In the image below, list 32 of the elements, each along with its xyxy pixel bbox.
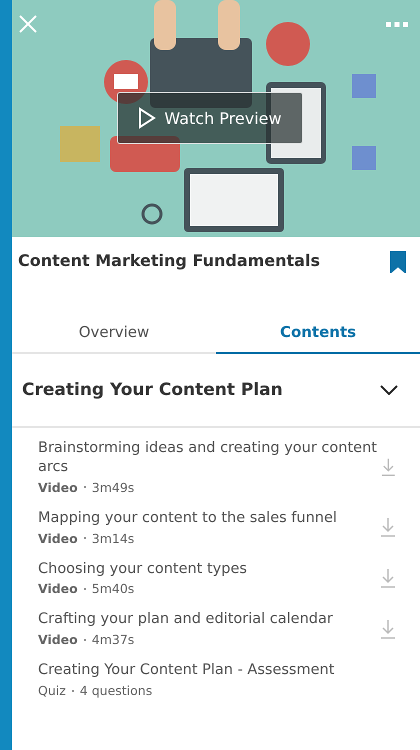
separator-dot xyxy=(72,690,74,692)
close-icon[interactable] xyxy=(18,14,38,34)
lesson-detail: 4m37s xyxy=(92,632,134,648)
lesson-type: Video xyxy=(38,480,78,495)
lesson-detail: 3m14s xyxy=(92,530,134,546)
section-title: Creating Your Content Plan xyxy=(22,380,283,400)
lesson-detail: 3m49s xyxy=(92,480,134,495)
lesson-title[interactable]: Choosing your content types xyxy=(38,560,247,578)
separator-dot xyxy=(84,588,86,590)
lesson-type: Video xyxy=(38,581,78,596)
lesson-detail: 4 questions xyxy=(80,683,152,698)
separator-dot xyxy=(84,486,86,488)
tab[interactable]: Overview xyxy=(12,313,216,354)
lesson-title[interactable]: Brainstorming ideas and creating your content arcs xyxy=(38,439,382,477)
download-icon[interactable] xyxy=(380,568,396,588)
play-icon xyxy=(138,107,156,129)
download-icon[interactable] xyxy=(380,517,396,538)
lesson-type: Video xyxy=(38,632,78,648)
watch-preview-button[interactable]: Watch Preview xyxy=(117,92,303,144)
lesson-title[interactable]: Mapping your content to the sales funnel xyxy=(38,508,337,528)
bookmark-icon[interactable] xyxy=(390,251,406,273)
more-icon[interactable] xyxy=(386,22,408,28)
separator-dot xyxy=(84,638,86,641)
lesson-type: Video xyxy=(38,530,78,546)
lesson-title[interactable]: Creating Your Content Plan - Assessment xyxy=(38,661,334,680)
separator-dot xyxy=(84,537,86,540)
lesson-title[interactable]: Crafting your plan and editorial calendar xyxy=(38,610,333,630)
download-icon[interactable] xyxy=(381,456,396,477)
download-icon[interactable] xyxy=(380,618,396,639)
lesson-type: Quiz xyxy=(38,683,66,698)
lesson-detail: 5m40s xyxy=(92,581,134,596)
course-title: Content Marketing Fundamentals xyxy=(18,251,320,270)
